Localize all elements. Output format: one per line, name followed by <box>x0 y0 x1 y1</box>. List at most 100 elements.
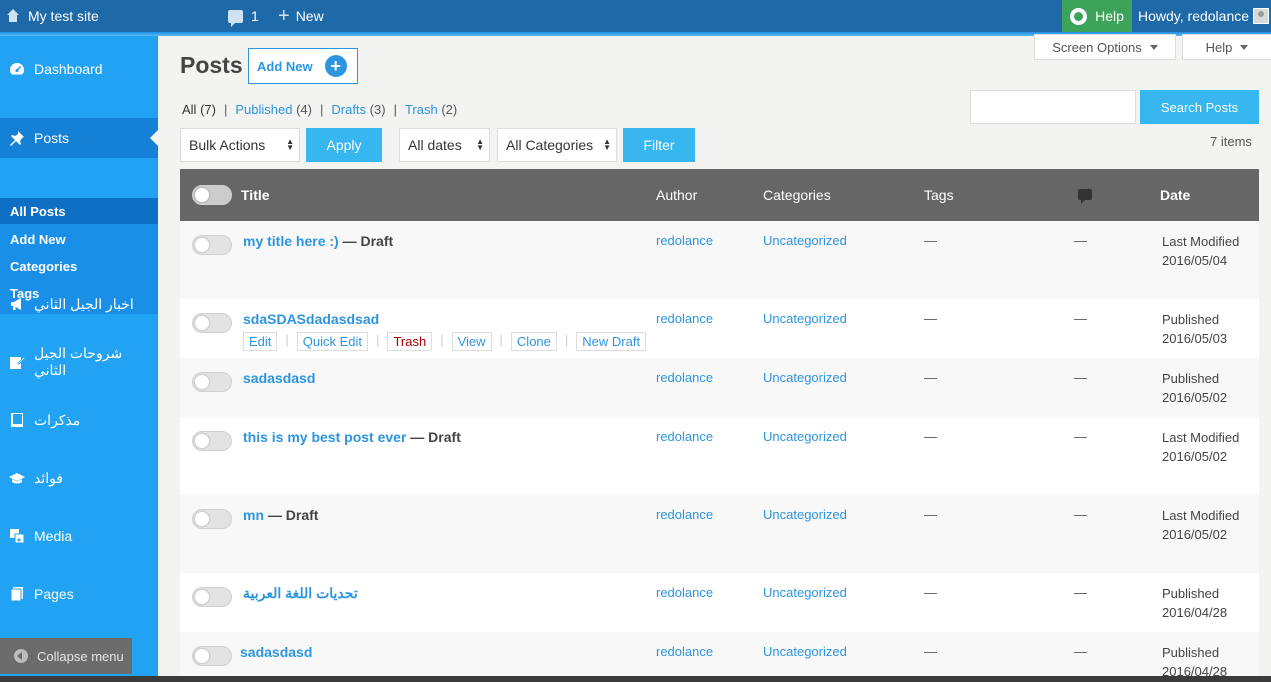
table-row: this is my best post ever — Draft redola… <box>180 417 1259 495</box>
row-action-view[interactable]: View <box>451 332 492 351</box>
post-category-link[interactable]: Uncategorized <box>763 507 847 522</box>
column-date[interactable]: Date <box>1160 187 1190 203</box>
post-date: Last Modified 2016/05/04 <box>1162 232 1239 270</box>
row-action-trash[interactable]: Trash <box>387 332 433 351</box>
filter-all[interactable]: All (7) <box>182 102 216 117</box>
column-categories: Categories <box>763 187 831 203</box>
categories-select[interactable]: All Categories ▲ ▼ <box>497 128 617 162</box>
post-category-link[interactable]: Uncategorized <box>763 233 847 248</box>
post-title-link[interactable]: sdaSDASdadasdsad <box>243 311 379 327</box>
row-actions: Edit | Quick Edit | Trash | View | Clone | Ne… <box>243 332 654 351</box>
sidebar-label-notes: مذكرات <box>34 411 81 428</box>
edit-icon <box>8 353 26 371</box>
sidebar-item-tutorials[interactable]: شروحات الجيل الثاني <box>0 342 158 382</box>
post-title-link[interactable]: sadasdasd <box>240 644 312 660</box>
date-status: Last Modified <box>1162 234 1240 249</box>
apply-button[interactable]: Apply <box>306 128 382 162</box>
select-all-toggle[interactable] <box>192 185 232 205</box>
sidebar-item-news[interactable]: اخبار الجيل الثاني <box>0 284 158 324</box>
add-new-button[interactable]: Add New + <box>248 48 358 84</box>
post-tags: — <box>924 644 937 659</box>
pin-icon <box>8 129 26 147</box>
post-title-cell: sadasdasd <box>240 644 312 660</box>
submenu-add-new[interactable]: Add New <box>0 226 158 252</box>
new-content-link[interactable]: + New <box>278 0 324 32</box>
account-menu[interactable]: Howdy, redolance <box>1132 0 1271 32</box>
action-separator: | <box>499 332 503 347</box>
comment-bubble-icon <box>228 9 243 27</box>
post-category-link[interactable]: Uncategorized <box>763 311 847 326</box>
help-tab-button[interactable]: Help <box>1182 34 1271 60</box>
row-select-toggle[interactable] <box>192 431 232 451</box>
collapse-menu-button[interactable]: Collapse menu <box>0 638 132 674</box>
dates-select[interactable]: All dates ▲ ▼ <box>399 128 490 162</box>
sidebar-item-notes[interactable]: مذكرات <box>0 400 158 440</box>
filter-trash[interactable]: Trash (2) <box>405 102 457 117</box>
submenu-all-posts[interactable]: All Posts <box>0 198 158 224</box>
post-tags: — <box>924 507 937 522</box>
sidebar-item-media[interactable]: Media <box>0 516 158 556</box>
post-author-link[interactable]: redolance <box>656 370 713 385</box>
row-select-toggle[interactable] <box>192 509 232 529</box>
help-tab-label: Help <box>1205 39 1233 55</box>
post-state: — Draft <box>264 507 319 523</box>
filter-published[interactable]: Published (4) <box>235 102 312 117</box>
post-comments: — <box>1074 507 1087 522</box>
post-category-link[interactable]: Uncategorized <box>763 370 847 385</box>
submenu-categories[interactable]: Categories <box>0 253 158 279</box>
post-title-cell: تحديات اللغة العربية <box>243 585 358 602</box>
row-select-toggle[interactable] <box>192 372 232 392</box>
row-select-toggle[interactable] <box>192 313 232 333</box>
filter-count: (4) <box>296 102 312 117</box>
sidebar-label-tutorials: شروحات الجيل الثاني <box>33 345 123 378</box>
date-status: Last Modified <box>1162 508 1240 523</box>
help-link[interactable]: Help <box>1062 0 1132 32</box>
post-title-link[interactable]: تحديات اللغة العربية <box>243 585 358 601</box>
post-title-cell: this is my best post ever — Draft <box>243 429 461 445</box>
sidebar-item-dashboard[interactable]: Dashboard <box>0 49 158 89</box>
filter-button[interactable]: Filter <box>623 128 695 162</box>
filter-drafts[interactable]: Drafts (3) <box>331 102 385 117</box>
row-select-toggle[interactable] <box>192 646 232 666</box>
post-title-link[interactable]: this is my best post ever <box>243 429 406 445</box>
row-action-edit[interactable]: Edit <box>243 332 278 351</box>
date-value: 2016/05/02 <box>1162 449 1228 464</box>
post-category-link[interactable]: Uncategorized <box>763 644 847 659</box>
row-action-quick-edit[interactable]: Quick Edit <box>296 332 369 351</box>
screen-options-button[interactable]: Screen Options <box>1034 34 1176 60</box>
post-tags: — <box>924 311 937 326</box>
row-action-clone[interactable]: Clone <box>510 332 557 351</box>
post-date: Last Modified 2016/05/02 <box>1162 428 1239 466</box>
sidebar-item-posts[interactable]: Posts <box>0 118 158 158</box>
column-title[interactable]: Title <box>241 187 270 203</box>
howdy-text: Howdy, redolance <box>1138 8 1250 24</box>
site-name-link[interactable]: My test site <box>6 0 99 32</box>
post-author-link[interactable]: redolance <box>656 585 713 600</box>
row-select-toggle[interactable] <box>192 587 232 607</box>
sidebar-item-benefits[interactable]: فوائد <box>0 458 158 498</box>
post-author-link[interactable]: redolance <box>656 429 713 444</box>
post-comments: — <box>1074 644 1087 659</box>
comments-link[interactable]: 1 <box>228 0 259 32</box>
items-count: 7 items <box>1210 134 1252 149</box>
sidebar-item-pages[interactable]: Pages <box>0 574 158 614</box>
comments-column-icon[interactable] <box>1078 189 1092 204</box>
post-title-cell: sadasdasd <box>243 370 315 386</box>
bulk-actions-select[interactable]: Bulk Actions ▲ ▼ <box>180 128 300 162</box>
search-input[interactable] <box>970 90 1136 124</box>
post-title-link[interactable]: sadasdasd <box>243 370 315 386</box>
post-author-link[interactable]: redolance <box>656 644 713 659</box>
post-title-link[interactable]: mn <box>243 507 264 523</box>
post-author-link[interactable]: redolance <box>656 311 713 326</box>
action-separator: | <box>440 332 444 347</box>
date-value: 2016/05/02 <box>1162 390 1228 405</box>
post-author-link[interactable]: redolance <box>656 507 713 522</box>
post-category-link[interactable]: Uncategorized <box>763 585 847 600</box>
search-posts-button[interactable]: Search Posts <box>1140 90 1259 124</box>
row-action-new-draft[interactable]: New Draft <box>576 332 647 351</box>
post-author-link[interactable]: redolance <box>656 233 713 248</box>
post-title-link[interactable]: my title here :) <box>243 233 339 249</box>
megaphone-icon <box>8 295 26 313</box>
row-select-toggle[interactable] <box>192 235 232 255</box>
post-category-link[interactable]: Uncategorized <box>763 429 847 444</box>
